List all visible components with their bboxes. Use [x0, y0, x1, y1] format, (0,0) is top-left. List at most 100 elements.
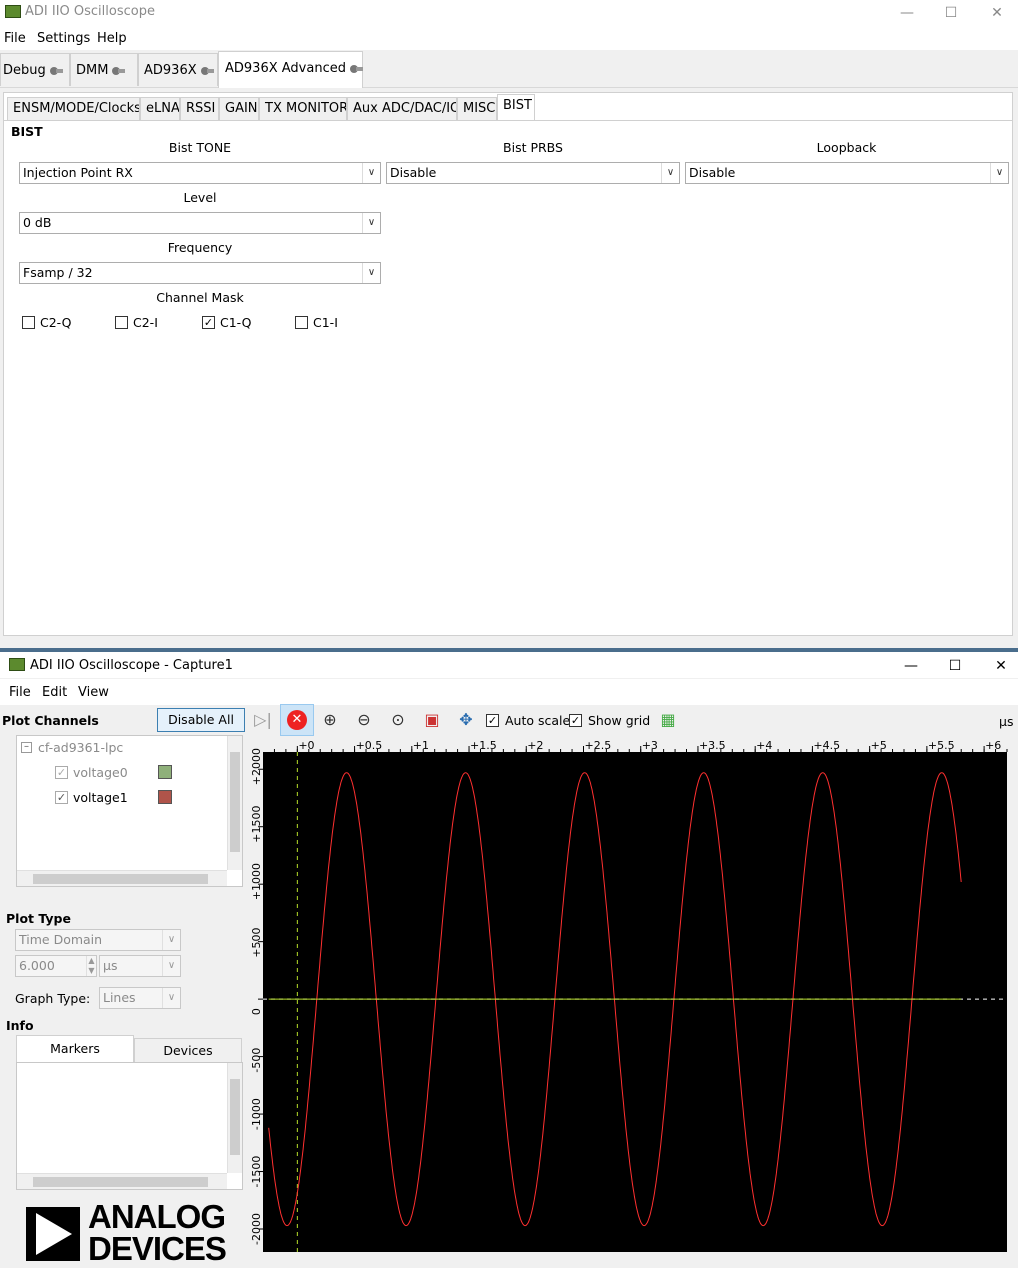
- markers-hscrollbar[interactable]: [17, 1173, 227, 1189]
- x-tick-label: +0.5: [356, 739, 383, 752]
- x-tick-label: +2: [527, 739, 543, 752]
- voltage1-checkbox[interactable]: ✓: [55, 791, 68, 804]
- step-icon[interactable]: ▷|: [249, 707, 277, 733]
- collapse-icon[interactable]: –: [21, 742, 32, 753]
- bist-tone-select[interactable]: Injection Point RX ∨: [19, 162, 381, 184]
- checkbox-c2-q[interactable]: [22, 316, 35, 329]
- sample-unit-value: μs: [103, 958, 118, 973]
- tab-devices[interactable]: Devices: [134, 1038, 242, 1062]
- tab-markers[interactable]: Markers: [16, 1035, 134, 1062]
- voltage1-color-swatch[interactable]: [158, 790, 172, 804]
- stop-icon: ✕: [287, 710, 307, 730]
- maximize-icon[interactable]: ☐: [928, 0, 974, 26]
- chevron-down-icon: ∨: [990, 163, 1008, 183]
- tab-misc[interactable]: MISC: [457, 97, 497, 120]
- info-label: Info: [6, 1018, 34, 1033]
- y-tick-label: -500: [250, 1048, 263, 1073]
- show-grid-label: Show grid: [588, 713, 651, 728]
- bist-prbs-select[interactable]: Disable ∨: [386, 162, 680, 184]
- show-grid-checkbox[interactable]: ✓: [569, 714, 582, 727]
- scroll-thumb[interactable]: [230, 752, 240, 852]
- fullscreen-icon[interactable]: ✥: [452, 707, 480, 733]
- y-tick-label: +500: [250, 927, 263, 957]
- minimize-icon[interactable]: —: [884, 0, 930, 26]
- menu-edit[interactable]: Edit: [42, 685, 67, 700]
- loopback-select[interactable]: Disable ∨: [685, 162, 1009, 184]
- tab-elna[interactable]: eLNA: [140, 97, 180, 120]
- stop-capture-button[interactable]: ✕: [280, 704, 314, 736]
- level-select[interactable]: 0 dB ∨: [19, 212, 381, 234]
- close-icon[interactable]: ✕: [974, 0, 1018, 26]
- maximize-icon[interactable]: ☐: [932, 653, 978, 679]
- main-window: ADI IIO Oscilloscope — ☐ ✕ File Settings…: [0, 0, 1018, 648]
- disable-all-button[interactable]: Disable All: [157, 708, 245, 732]
- logo-triangle-icon: [36, 1213, 72, 1255]
- checkbox-c1-q[interactable]: ✓: [202, 316, 215, 329]
- x-tick-label: +0: [298, 739, 314, 752]
- close-icon[interactable]: ✕: [978, 653, 1018, 679]
- capture-titlebar: ADI IIO Oscilloscope - Capture1 — ☐ ✕: [0, 652, 1018, 678]
- menu-view[interactable]: View: [78, 685, 109, 700]
- sub-tab-bar: ENSM/MODE/Clocks eLNA RSSI GAIN TX MONIT…: [4, 93, 1012, 121]
- plug-icon: [112, 66, 126, 76]
- save-icon[interactable]: ▣: [418, 707, 446, 733]
- markers-vscrollbar[interactable]: [227, 1063, 242, 1173]
- auto-scale-checkbox[interactable]: ✓: [486, 714, 499, 727]
- plot-type-select[interactable]: Time Domain ∨: [15, 929, 181, 951]
- checkbox-c2-i[interactable]: [115, 316, 128, 329]
- graph-type-value: Lines: [103, 990, 136, 1005]
- tree-vscrollbar[interactable]: [227, 736, 242, 870]
- graph-type-select[interactable]: Lines ∨: [99, 987, 181, 1009]
- frequency-select[interactable]: Fsamp / 32 ∨: [19, 262, 381, 284]
- tab-aux-adc[interactable]: Aux ADC/DAC/IO: [347, 97, 457, 120]
- menu-settings[interactable]: Settings: [37, 31, 90, 46]
- checkbox-c2-q-label: C2-Q: [40, 315, 72, 330]
- tab-tx-monitor[interactable]: TX MONITOR: [259, 97, 347, 120]
- menu-file[interactable]: File: [4, 31, 26, 46]
- advanced-panel: ENSM/MODE/Clocks eLNA RSSI GAIN TX MONIT…: [3, 92, 1013, 636]
- logo-text: ANALOG DEVICES: [88, 1200, 227, 1265]
- app-icon: [9, 658, 25, 671]
- main-titlebar: ADI IIO Oscilloscope — ☐ ✕: [0, 0, 1018, 26]
- sample-count-spinbox[interactable]: 6.000 ▲ ▼: [15, 955, 97, 977]
- scroll-thumb[interactable]: [33, 874, 208, 884]
- zoom-out-icon[interactable]: ⊖: [350, 707, 378, 733]
- voltage1-label: voltage1: [73, 790, 128, 805]
- tab-ensm[interactable]: ENSM/MODE/Clocks: [7, 97, 140, 120]
- channel-mask-label: Channel Mask: [156, 290, 244, 305]
- scroll-thumb[interactable]: [33, 1177, 208, 1187]
- menu-file[interactable]: File: [9, 685, 31, 700]
- tab-gain[interactable]: GAIN: [219, 97, 259, 120]
- chevron-down-icon: ∨: [362, 213, 380, 233]
- new-window-icon[interactable]: ▦: [654, 707, 682, 733]
- tab-debug[interactable]: Debug: [0, 53, 70, 86]
- chevron-down-icon: ∨: [162, 988, 180, 1008]
- minimize-icon[interactable]: —: [888, 653, 934, 679]
- zoom-in-icon[interactable]: ⊕: [316, 707, 344, 733]
- chevron-down-icon: ∨: [661, 163, 679, 183]
- plug-icon: [349, 64, 363, 74]
- tab-ad936x[interactable]: AD936X: [138, 53, 218, 86]
- scroll-thumb[interactable]: [230, 1079, 240, 1155]
- oscilloscope-plot[interactable]: +0 +0.5 +1 +1.5 +2 +2.5 +3 +3.5 +4 +4.5 +5 +5.5 +6 +2…: [246, 738, 1018, 1258]
- device-tab-bar: Debug DMM AD936X AD936X Advanced: [0, 50, 1018, 88]
- x-tick-label: +5.5: [928, 739, 955, 752]
- voltage0-checkbox[interactable]: ✓: [55, 766, 68, 779]
- tab-ad936x-advanced[interactable]: AD936X Advanced: [218, 51, 363, 88]
- tab-bist[interactable]: BIST: [497, 94, 535, 121]
- menu-help[interactable]: Help: [97, 31, 127, 46]
- plot-type-label: Plot Type: [6, 911, 71, 926]
- sample-count-value: 6.000: [19, 958, 55, 973]
- tab-dmm[interactable]: DMM: [70, 53, 138, 86]
- tab-rssi[interactable]: RSSI: [180, 97, 219, 120]
- x-unit-label: μs: [999, 714, 1014, 729]
- voltage0-color-swatch[interactable]: [158, 765, 172, 779]
- zoom-fit-icon[interactable]: ⊙: [384, 707, 412, 733]
- sample-unit-select[interactable]: μs ∨: [99, 955, 181, 977]
- y-tick-label: -1000: [250, 1098, 263, 1130]
- bist-prbs-value: Disable: [390, 165, 437, 180]
- checkbox-c1-i[interactable]: [295, 316, 308, 329]
- capture-window-title: ADI IIO Oscilloscope - Capture1: [30, 658, 233, 673]
- tree-hscrollbar[interactable]: [17, 870, 227, 886]
- x-tick-label: +4: [756, 739, 772, 752]
